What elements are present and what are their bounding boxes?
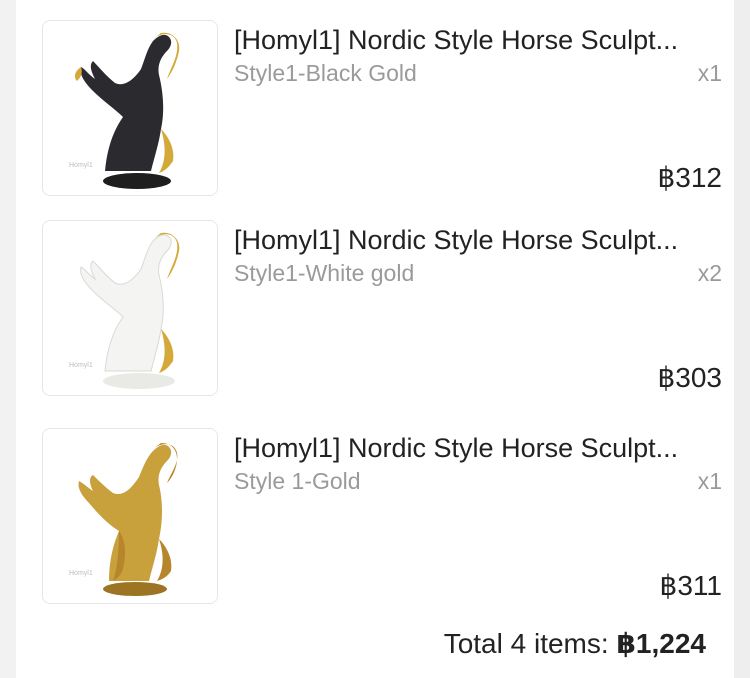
order-item[interactable]: Homyl1 [Homyl1] Nordic Style Horse Sculp… <box>42 428 722 604</box>
order-item[interactable]: Homyl1 [Homyl1] Nordic Style Horse Sculp… <box>42 220 722 396</box>
product-quantity: x1 <box>697 468 722 494</box>
product-variant: Style 1-Gold <box>234 468 361 494</box>
black-gold-horse-sculpture-image: Homyl1 <box>69 32 180 189</box>
product-title[interactable]: [Homyl1] Nordic Style Horse Sculpt... <box>234 22 712 58</box>
order-total: Total 4 items: ฿1,224 <box>444 626 706 662</box>
order-total-label: Total 4 items: <box>443 628 617 659</box>
product-variant: Style1-White gold <box>234 260 415 286</box>
watermark-text: Homyl1 <box>69 162 93 169</box>
product-thumbnail[interactable]: Homyl1 <box>42 428 218 604</box>
product-title[interactable]: [Homyl1] Nordic Style Horse Sculpt... <box>234 222 712 258</box>
order-items-card: Homyl1 [Homyl1] Nordic Style Horse Sculp… <box>16 0 734 678</box>
product-title[interactable]: [Homyl1] Nordic Style Horse Sculpt... <box>234 430 712 466</box>
watermark-text: Homyl1 <box>69 362 93 369</box>
product-quantity: x2 <box>697 260 722 286</box>
order-total-amount: ฿1,224 <box>616 628 706 659</box>
product-variant: Style1-Black Gold <box>234 60 417 86</box>
product-price: ฿303 <box>657 362 722 393</box>
product-price: ฿311 <box>659 570 722 601</box>
product-thumbnail[interactable]: Homyl1 <box>42 220 218 396</box>
order-item[interactable]: Homyl1 [Homyl1] Nordic Style Horse Sculp… <box>42 20 722 196</box>
product-quantity: x1 <box>697 60 722 86</box>
product-price: ฿312 <box>657 162 722 193</box>
watermark-text: Homyl1 <box>69 570 93 577</box>
page-edge <box>734 0 750 678</box>
gold-horse-sculpture-image: Homyl1 <box>69 443 178 596</box>
product-thumbnail[interactable]: Homyl1 <box>42 20 218 196</box>
white-gold-horse-sculpture-image: Homyl1 <box>69 232 180 389</box>
